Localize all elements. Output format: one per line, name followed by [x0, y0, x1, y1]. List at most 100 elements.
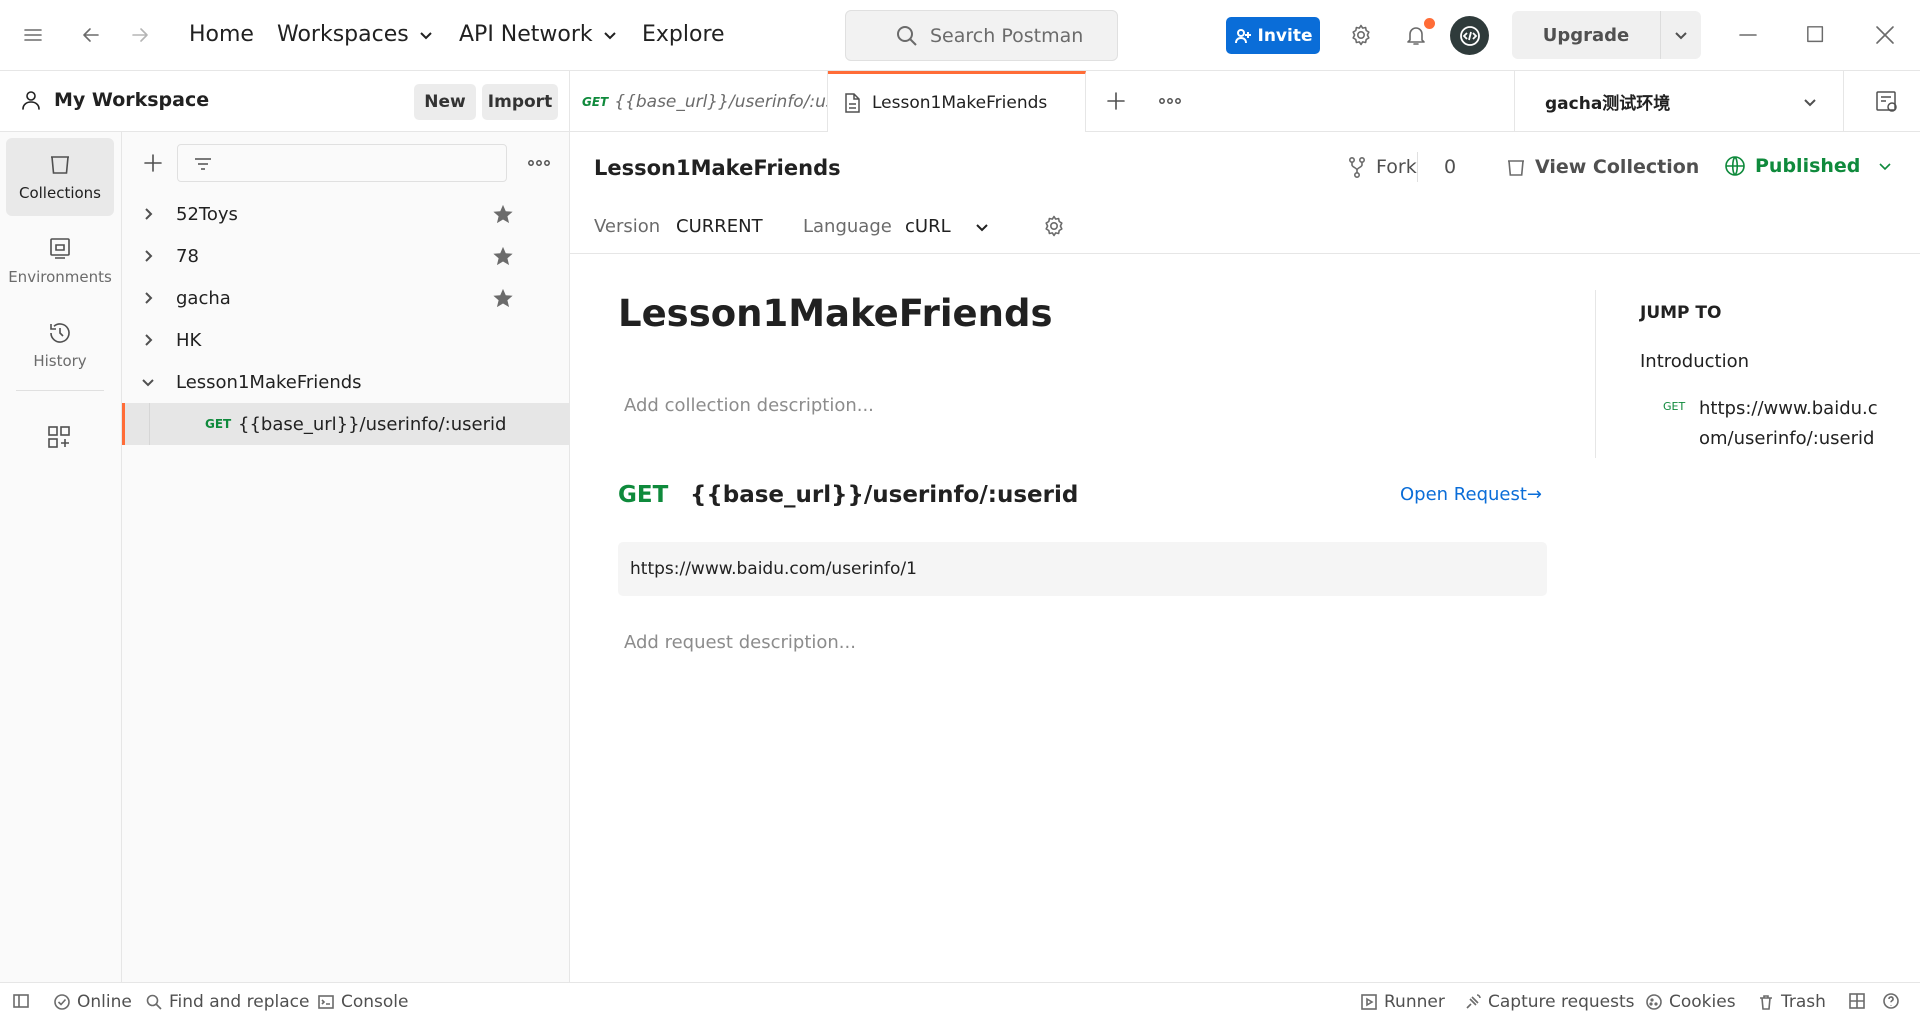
chevron-down-icon — [1675, 32, 1687, 40]
tab-request[interactable]: GET {{base_url}}/userinfo/:use — [570, 71, 828, 132]
capture-requests-button[interactable]: Capture requests — [1464, 992, 1634, 1012]
cookie-icon — [1646, 994, 1662, 1010]
nav-home[interactable]: Home — [189, 22, 254, 47]
open-request-link[interactable]: Open Request→ — [1400, 484, 1542, 505]
chevron-right-icon — [145, 292, 153, 304]
import-button[interactable]: Import — [482, 84, 558, 120]
runner-button[interactable]: Runner — [1360, 992, 1445, 1012]
version-select[interactable]: CURRENT — [676, 216, 763, 237]
forward-arrow-icon[interactable] — [129, 24, 151, 46]
satellite-icon — [1466, 994, 1481, 1009]
collection-item[interactable]: HK — [122, 319, 570, 361]
play-icon — [1361, 994, 1377, 1010]
search-input[interactable]: Search Postman — [845, 10, 1118, 61]
jump-to-divider — [1595, 290, 1596, 458]
collections-filter-input[interactable] — [177, 144, 507, 182]
two-pane-view-icon[interactable] — [1848, 992, 1866, 1010]
more-options-icon[interactable] — [527, 153, 551, 173]
chevron-right-icon — [145, 208, 153, 220]
nav-explore[interactable]: Explore — [642, 22, 725, 47]
document-icon — [845, 93, 860, 113]
collection-item[interactable]: 52Toys — [122, 193, 570, 235]
history-icon — [50, 323, 70, 343]
upgrade-button[interactable]: Upgrade — [1512, 11, 1661, 59]
tabs-more-icon[interactable] — [1158, 91, 1182, 111]
search-icon — [897, 26, 917, 46]
help-icon[interactable] — [1882, 992, 1900, 1010]
search-icon — [146, 994, 162, 1010]
request-description-input[interactable]: Add request description... — [624, 632, 856, 653]
collection-icon — [1508, 160, 1524, 176]
fork-button[interactable]: Fork — [1346, 156, 1417, 178]
chevron-down-icon — [975, 223, 988, 231]
request-url-box: https://www.baidu.com/userinfo/1 — [618, 542, 1547, 596]
jump-to-request-link[interactable]: https://www.baidu.com/userinfo/:userid — [1699, 394, 1879, 454]
add-collection-icon[interactable] — [142, 152, 164, 174]
tree-indent-line — [149, 403, 150, 445]
minimize-icon[interactable] — [1737, 24, 1759, 46]
add-widgets-icon[interactable] — [46, 424, 72, 450]
globe-icon — [1725, 156, 1745, 176]
new-button[interactable]: New — [414, 84, 476, 120]
published-button[interactable]: Published — [1723, 154, 1894, 178]
nav-api-network[interactable]: API Network — [459, 22, 619, 47]
code-icon — [1459, 25, 1480, 46]
back-arrow-icon[interactable] — [80, 24, 102, 46]
environment-icon — [50, 238, 70, 259]
upgrade-group: Upgrade — [1512, 11, 1701, 59]
invite-button[interactable]: Invite — [1226, 17, 1320, 54]
online-status[interactable]: Online — [53, 992, 132, 1012]
jump-to-title: JUMP TO — [1640, 303, 1722, 323]
environment-select[interactable]: gacha测试环境 — [1514, 71, 1844, 132]
doc-settings-gear-icon[interactable] — [1042, 214, 1066, 238]
environment-label: gacha测试环境 — [1545, 94, 1671, 114]
status-bar: Online Find and replace Console Runner C… — [0, 982, 1920, 1020]
cookies-button[interactable]: Cookies — [1645, 992, 1736, 1012]
jump-to-introduction[interactable]: Introduction — [1640, 351, 1749, 372]
environment-quick-look-icon[interactable] — [1874, 89, 1900, 115]
settings-gear-icon[interactable] — [1349, 23, 1373, 47]
fork-count: 0 — [1444, 156, 1457, 178]
request-url: https://www.baidu.com/userinfo/1 — [630, 559, 917, 579]
request-item[interactable]: GET {{base_url}}/userinfo/:userid — [122, 403, 570, 445]
check-circle-icon — [54, 994, 70, 1010]
collection-description-input[interactable]: Add collection description... — [624, 395, 874, 416]
workspace-header: My Workspace New Import — [0, 71, 570, 132]
sidebar-item-history[interactable]: History — [6, 306, 114, 384]
star-icon[interactable] — [492, 203, 514, 225]
documentation-title: Lesson1MakeFriends — [618, 292, 1053, 335]
star-icon[interactable] — [492, 245, 514, 267]
chevron-down-icon — [420, 31, 432, 39]
collection-item[interactable]: Lesson1MakeFriends — [122, 361, 570, 403]
new-tab-icon[interactable] — [1105, 90, 1127, 112]
star-icon[interactable] — [492, 287, 514, 309]
chevron-down-icon — [142, 379, 154, 387]
toggle-sidebar-icon[interactable] — [12, 992, 30, 1010]
chevron-down-icon — [603, 31, 616, 39]
trash-button[interactable]: Trash — [1757, 992, 1826, 1012]
find-replace-button[interactable]: Find and replace — [145, 992, 309, 1012]
console-button[interactable]: Console — [317, 992, 409, 1012]
add-user-icon — [1234, 28, 1251, 43]
menu-icon[interactable] — [22, 24, 44, 46]
avatar[interactable] — [1450, 16, 1489, 55]
tab-collection[interactable]: Lesson1MakeFriends — [828, 71, 1086, 132]
close-icon[interactable] — [1874, 24, 1896, 46]
request-label: {{base_url}}/userinfo/:userid — [238, 413, 507, 435]
sidebar-item-environments[interactable]: Environments — [6, 222, 114, 300]
maximize-icon[interactable] — [1806, 25, 1826, 45]
collection-header: Lesson1MakeFriends Fork 0 View Collectio… — [570, 132, 1920, 254]
notification-dot — [1424, 18, 1435, 29]
collection-item[interactable]: gacha — [122, 277, 570, 319]
top-header: Home Workspaces API Network Explore Sear… — [0, 0, 1920, 71]
search-placeholder: Search Postman — [930, 24, 1084, 47]
upgrade-dropdown[interactable] — [1661, 11, 1701, 59]
chevron-down-icon — [1879, 163, 1891, 171]
collections-panel: 52Toys 78 gacha HK Lesson1MakeFriends GE… — [122, 132, 570, 982]
view-collection-button[interactable]: View Collection — [1505, 156, 1699, 178]
language-select[interactable]: cURL — [905, 216, 991, 237]
sidebar-item-collections[interactable]: Collections — [6, 138, 114, 216]
nav-workspaces[interactable]: Workspaces — [277, 22, 435, 47]
collection-name: Lesson1MakeFriends — [594, 156, 841, 180]
collection-item[interactable]: 78 — [122, 235, 570, 277]
